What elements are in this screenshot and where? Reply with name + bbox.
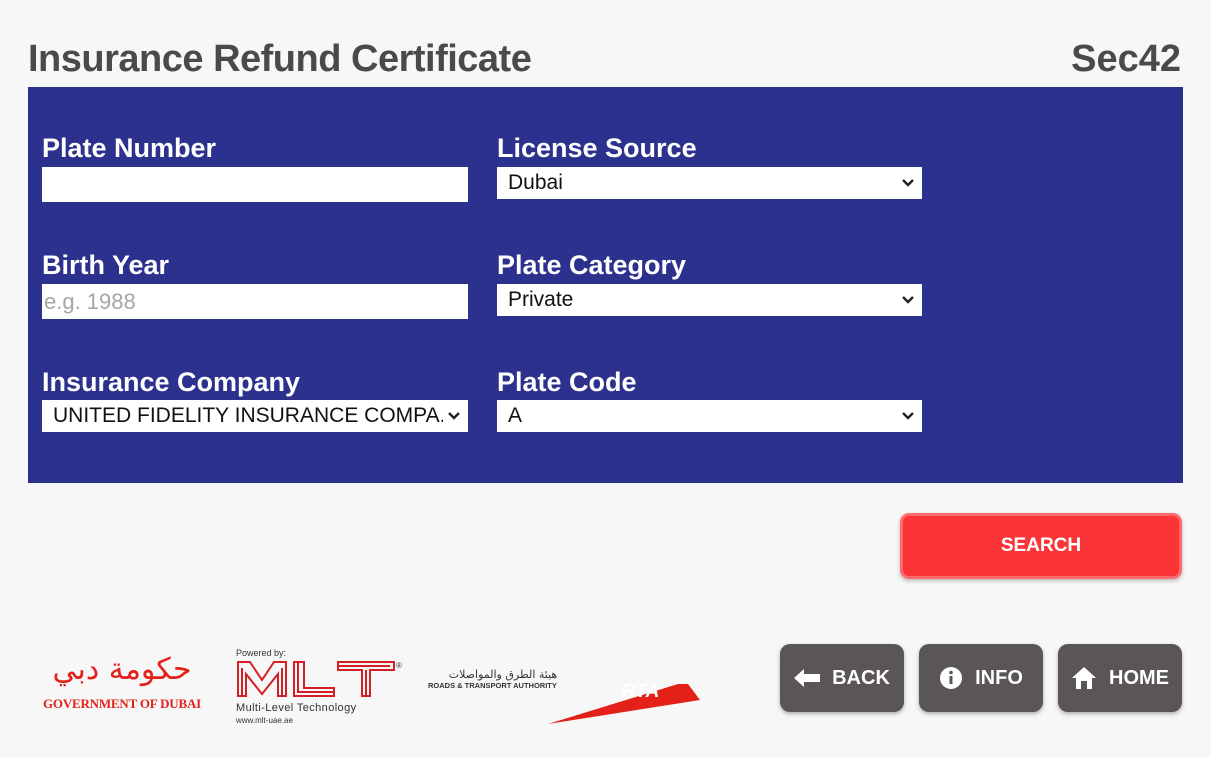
plate-code-label: Plate Code [497,367,637,397]
plate-number-label: Plate Number [42,133,217,163]
back-button-label: BACK [832,666,890,689]
plate-code-value: A [508,404,523,427]
mlt-logo: Powered by: ® Multi-Level Technology www… [236,648,406,726]
birth-year-label: Birth Year [42,250,170,280]
mlt-url: www.mlt-uae.ae [236,716,293,725]
insurance-company-select[interactable]: UNITED FIDELITY INSURANCE COMPA... [42,400,468,432]
svg-text:®: ® [396,661,402,670]
chevron-down-icon [902,179,914,187]
info-button-label: INFO [975,666,1023,689]
plate-code-select[interactable]: A [497,400,922,432]
birth-year-input[interactable] [42,284,468,319]
screen-code: Sec42 [1071,38,1181,80]
license-source-label: License Source [497,133,697,163]
insurance-company-label: Insurance Company [42,367,301,397]
back-button[interactable]: BACK [780,644,904,712]
plate-number-input[interactable] [42,167,468,202]
info-icon [940,667,963,689]
search-button[interactable]: SEARCH [900,513,1182,579]
home-button-label: HOME [1109,666,1169,689]
license-source-value: Dubai [508,171,563,194]
government-of-dubai-logo: حكومة دبي GOVERNMENT OF DUBAI [34,650,210,718]
form-panel: Plate Number License Source Dubai Birth … [28,87,1183,483]
home-icon [1072,667,1096,689]
plate-category-select[interactable]: Private [497,284,922,316]
mlt-tagline: Multi-Level Technology [236,702,357,714]
dubai-english-wordmark: GOVERNMENT OF DUBAI [43,696,201,711]
chevron-down-icon [448,412,460,420]
page-title: Insurance Refund Certificate [28,38,532,80]
license-source-select[interactable]: Dubai [497,167,922,199]
home-button[interactable]: HOME [1058,644,1182,712]
dubai-arabic-wordmark: حكومة دبي [52,652,192,687]
mlt-powered-by: Powered by: [236,648,287,658]
arrow-left-icon [794,669,821,687]
plate-category-value: Private [508,288,574,311]
chevron-down-icon [902,412,914,420]
rta-logo: هيئة الطرق والمواصلات ROADS & TRANSPORT … [428,668,704,730]
plate-category-label: Plate Category [497,250,687,280]
chevron-down-icon [902,296,914,304]
info-button[interactable]: INFO [919,644,1043,712]
insurance-company-value: UNITED FIDELITY INSURANCE COMPA... [53,404,443,427]
rta-abbr: RTA [622,681,660,702]
mlt-wordmark-icon: ® [237,661,402,697]
